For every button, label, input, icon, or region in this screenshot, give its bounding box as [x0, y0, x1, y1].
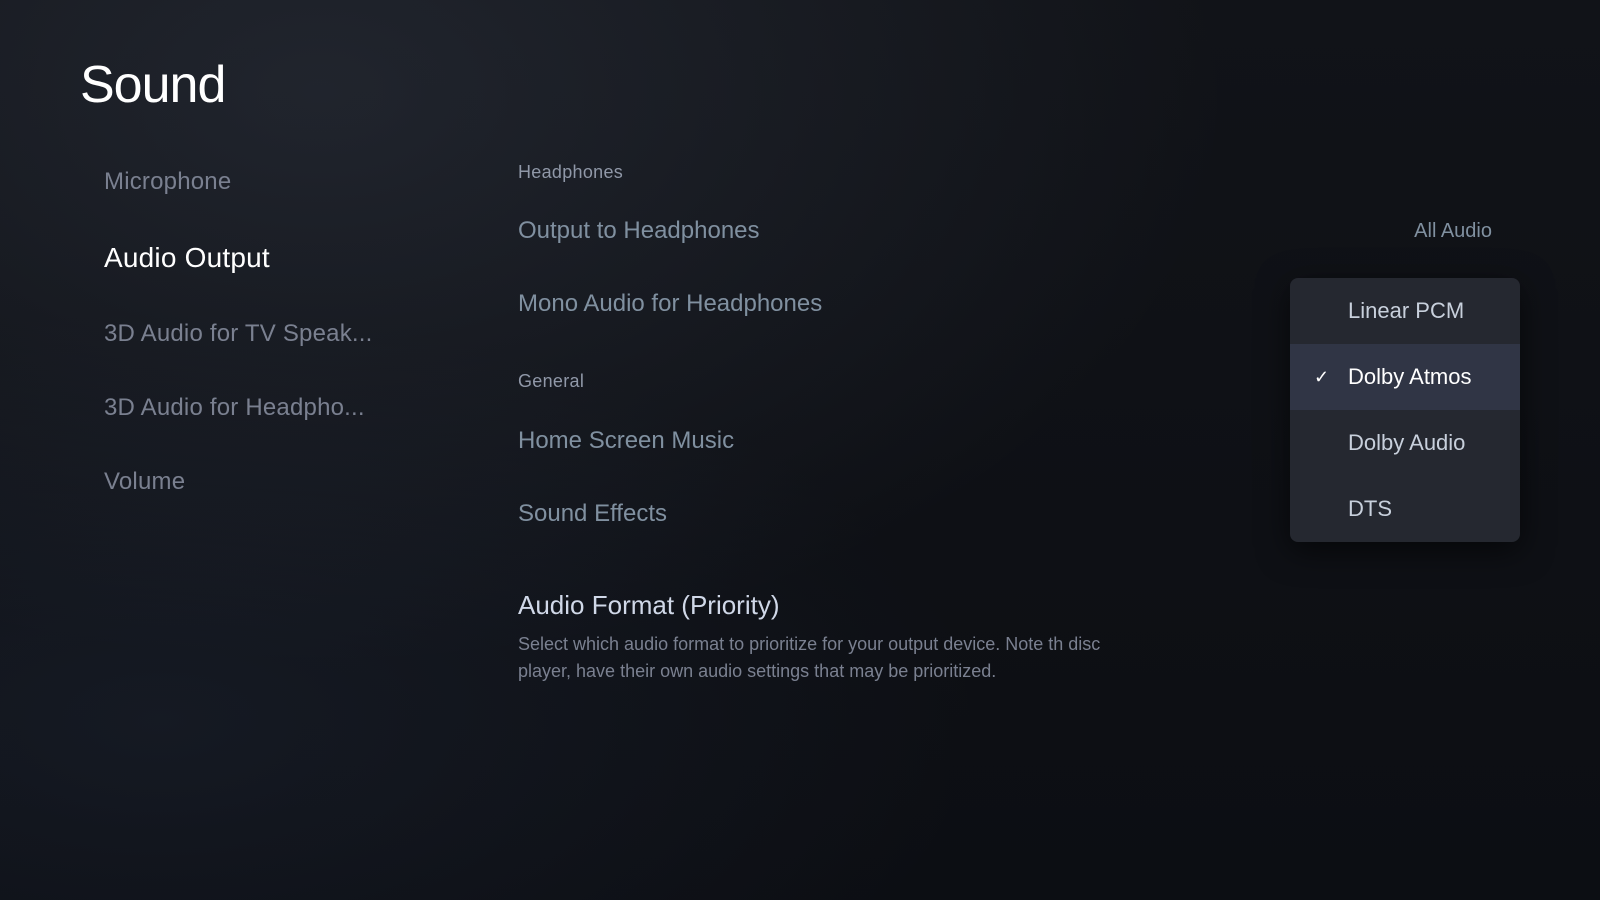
sidebar: Microphone Audio Output 3D Audio for TV …: [80, 150, 460, 514]
sidebar-item-3d-audio-tv[interactable]: 3D Audio for TV Speak...: [80, 302, 460, 366]
sidebar-item-volume[interactable]: Volume: [80, 450, 460, 514]
sound-effects-item[interactable]: Sound Effects Linear PCM ✓ Dolby Atmos D…: [490, 478, 1520, 550]
audio-format-description: Select which audio format to prioritize …: [518, 631, 1118, 685]
dropdown-label-dts: DTS: [1348, 496, 1392, 522]
audio-format-dropdown: Linear PCM ✓ Dolby Atmos Dolby Audio DTS: [1290, 278, 1520, 542]
main-content: Headphones Output to Headphones All Audi…: [490, 150, 1520, 707]
dropdown-label-dolby-audio: Dolby Audio: [1348, 430, 1465, 456]
dropdown-item-dts[interactable]: DTS: [1290, 476, 1520, 542]
sidebar-item-audio-output[interactable]: Audio Output: [80, 224, 460, 292]
output-to-headphones-value: All Audio: [1414, 220, 1492, 243]
check-icon-dolby-atmos: ✓: [1314, 367, 1334, 388]
sound-effects-label: Sound Effects: [518, 500, 667, 528]
dropdown-label-linear-pcm: Linear PCM: [1348, 298, 1464, 324]
audio-format-priority-item[interactable]: Audio Format (Priority) Select which aud…: [490, 568, 1520, 707]
dropdown-item-linear-pcm[interactable]: Linear PCM: [1290, 278, 1520, 344]
sidebar-item-microphone[interactable]: Microphone: [80, 150, 460, 214]
home-screen-music-label: Home Screen Music: [518, 427, 734, 455]
output-to-headphones-item[interactable]: Output to Headphones All Audio: [490, 195, 1520, 267]
dropdown-item-dolby-audio[interactable]: Dolby Audio: [1290, 410, 1520, 476]
dropdown-item-dolby-atmos[interactable]: ✓ Dolby Atmos: [1290, 344, 1520, 410]
output-to-headphones-label: Output to Headphones: [518, 217, 760, 245]
sidebar-item-3d-audio-headphones[interactable]: 3D Audio for Headpho...: [80, 376, 460, 440]
page-title: Sound: [80, 55, 225, 115]
mono-audio-label: Mono Audio for Headphones: [518, 290, 822, 318]
dropdown-label-dolby-atmos: Dolby Atmos: [1348, 364, 1472, 390]
section-label-headphones: Headphones: [490, 150, 1520, 195]
audio-format-title: Audio Format (Priority): [518, 590, 1492, 621]
spacer-2: [490, 550, 1520, 568]
